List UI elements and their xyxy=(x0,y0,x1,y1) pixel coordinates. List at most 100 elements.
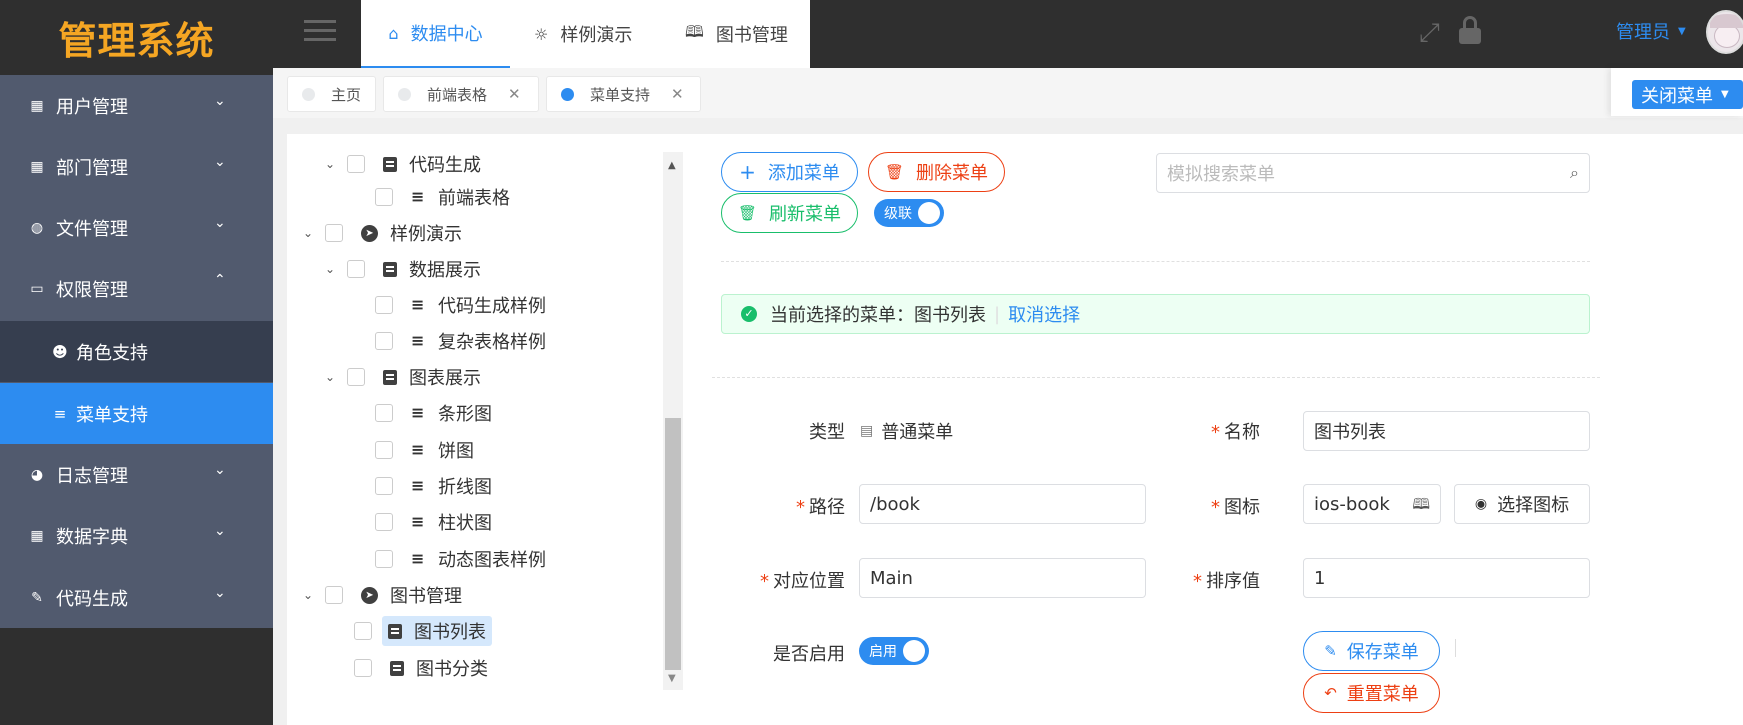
sidebar-subitem-role[interactable]: ☻ 角色支持 xyxy=(0,321,273,382)
input-value: 图书列表 xyxy=(1314,422,1386,443)
search-input[interactable]: 模拟搜索菜单 ⌕ xyxy=(1156,153,1590,193)
sidebar-item-department[interactable]: ▦ 部门管理 ⌄ xyxy=(0,136,273,197)
refresh-menu-button[interactable]: 🗑 刷新菜单 xyxy=(721,193,858,233)
cascade-switch[interactable]: 级联 xyxy=(874,199,944,227)
icon-input[interactable]: ios-book 🕮 xyxy=(1303,484,1441,524)
name-input[interactable]: 图书列表 xyxy=(1303,411,1590,451)
list-icon: ▤ xyxy=(860,423,874,439)
tag-menu-support[interactable]: 菜单支持 ✕ xyxy=(546,76,701,112)
tree-scrollbar[interactable]: ▲ ▼ xyxy=(663,152,683,690)
reset-menu-button[interactable]: ↶ 重置菜单 xyxy=(1303,673,1440,713)
tree-node[interactable]: ≡ 复杂表格样例 xyxy=(375,327,546,355)
close-menu-button[interactable]: 关闭菜单 ▼ xyxy=(1632,80,1743,109)
path-input[interactable]: /book xyxy=(859,484,1146,524)
tree-label[interactable]: 数据展示 xyxy=(409,256,481,282)
close-icon[interactable]: ✕ xyxy=(508,85,521,103)
tree-node[interactable]: 图书分类 xyxy=(354,654,488,682)
sidebar-subitem-menu[interactable]: ≡ 菜单支持 xyxy=(0,383,273,444)
tree-checkbox[interactable] xyxy=(375,477,393,495)
sidebar-item-file[interactable]: ◍ 文件管理 ⌄ xyxy=(0,197,273,258)
tree-node[interactable]: ≡ 饼图 xyxy=(375,436,474,464)
tree-checkbox[interactable] xyxy=(375,188,393,206)
component-input[interactable]: Main xyxy=(859,558,1146,598)
tree-node[interactable]: ≡ 柱状图 xyxy=(375,508,492,536)
tree-label[interactable]: 动态图表样例 xyxy=(438,546,546,572)
sidebar-item-user[interactable]: ▦ 用户管理 ⌄ xyxy=(0,75,273,136)
scroll-down-icon[interactable]: ▼ xyxy=(668,673,676,684)
tree-checkbox[interactable] xyxy=(375,441,393,459)
tree-checkbox[interactable] xyxy=(325,224,343,242)
tree-checkbox[interactable] xyxy=(354,622,372,640)
tree-node[interactable]: ≡ 代码生成样例 xyxy=(375,291,546,319)
tag-frontend-table[interactable]: 前端表格 ✕ xyxy=(383,76,539,112)
tree-label[interactable]: 图书分类 xyxy=(416,655,488,681)
tree-checkbox[interactable] xyxy=(354,659,372,677)
tree-checkbox[interactable] xyxy=(375,550,393,568)
tree-label[interactable]: 折线图 xyxy=(438,473,492,499)
hamburger-icon[interactable] xyxy=(304,20,336,46)
tag-home[interactable]: 主页 xyxy=(287,76,376,112)
chevron-down-icon[interactable]: ⌄ xyxy=(325,157,335,171)
tree-node-selected[interactable]: 图书列表 xyxy=(354,616,492,646)
lock-icon[interactable] xyxy=(1459,16,1481,44)
sidebar-subitem-label: 菜单支持 xyxy=(76,404,148,426)
tree-node[interactable]: ⌄ 数据展示 xyxy=(325,255,481,283)
tree-node[interactable]: ≡ 前端表格 xyxy=(375,183,510,211)
tree-checkbox[interactable] xyxy=(375,513,393,531)
tree-label[interactable]: 条形图 xyxy=(438,400,492,426)
sidebar-item-codegen[interactable]: ✎ 代码生成 ⌄ xyxy=(0,567,273,628)
tree-label[interactable]: 柱状图 xyxy=(438,509,492,535)
chevron-down-icon[interactable]: ⌄ xyxy=(303,226,313,240)
avatar[interactable] xyxy=(1706,10,1743,54)
tree-label[interactable]: 图书管理 xyxy=(390,582,462,608)
close-icon[interactable]: ✕ xyxy=(671,85,684,103)
sidebar-item-dictionary[interactable]: ▦ 数据字典 ⌄ xyxy=(0,505,273,566)
tree-checkbox[interactable] xyxy=(375,404,393,422)
sidebar-item-permission[interactable]: ▭ 权限管理 ⌃ xyxy=(0,258,273,319)
tab-data-center[interactable]: ⌂ 数据中心 xyxy=(361,0,510,68)
tree-node[interactable]: ≡ 动态图表样例 xyxy=(375,545,546,573)
tree-checkbox[interactable] xyxy=(375,332,393,350)
sidebar-item-log[interactable]: ◕ 日志管理 ⌄ xyxy=(0,444,273,505)
tree-node[interactable]: ≡ 折线图 xyxy=(375,472,492,500)
tree-checkbox[interactable] xyxy=(325,586,343,604)
tree-checkbox[interactable] xyxy=(347,368,365,386)
chevron-down-icon[interactable]: ⌄ xyxy=(303,588,313,602)
chart-icon: ▦ xyxy=(30,97,44,114)
tree-label[interactable]: 复杂表格样例 xyxy=(438,328,546,354)
fullscreen-icon[interactable]: ⤢ xyxy=(1419,18,1440,49)
tree-node[interactable]: ≡ 条形图 xyxy=(375,399,492,427)
chevron-down-icon[interactable]: ⌄ xyxy=(325,370,335,384)
tree-label[interactable]: 代码生成 xyxy=(409,151,481,177)
enable-label: 是否启用 xyxy=(700,640,845,666)
tree-node[interactable]: ⌄ ➤ 图书管理 xyxy=(303,581,462,609)
select-icon-button[interactable]: ◉ 选择图标 xyxy=(1454,484,1590,524)
scroll-up-icon[interactable]: ▲ xyxy=(668,160,676,171)
tree-label[interactable]: 样例演示 xyxy=(390,220,462,246)
tree-node[interactable]: ⌄ ➤ 样例演示 xyxy=(303,219,462,247)
tree-node[interactable]: ⌄ 图表展示 xyxy=(325,363,481,391)
tree-label[interactable]: 饼图 xyxy=(438,437,474,463)
tree-checkbox[interactable] xyxy=(347,260,365,278)
tree-label[interactable]: 代码生成样例 xyxy=(438,292,546,318)
tree-label[interactable]: 图书列表 xyxy=(414,618,486,644)
enable-switch[interactable]: 启用 xyxy=(859,637,929,665)
tree-checkbox[interactable] xyxy=(375,296,393,314)
cancel-selection-link[interactable]: 取消选择 xyxy=(1008,301,1080,327)
monitor-icon: ▭ xyxy=(30,280,44,297)
delete-menu-button[interactable]: 🗑 删除菜单 xyxy=(868,152,1005,192)
chevron-down-icon[interactable]: ⌄ xyxy=(325,262,335,276)
user-dropdown[interactable]: 管理员 ▼ xyxy=(1616,18,1686,44)
tree-label[interactable]: 图表展示 xyxy=(409,364,481,390)
tab-books[interactable]: 🕮 图书管理 xyxy=(685,0,788,68)
tree-checkbox[interactable] xyxy=(347,155,365,173)
tree-label[interactable]: 前端表格 xyxy=(438,184,510,210)
chevron-up-icon: ⌃ xyxy=(214,272,226,288)
tree-node[interactable]: ⌄ 代码生成 xyxy=(325,150,481,178)
add-menu-button[interactable]: + 添加菜单 xyxy=(721,152,858,192)
search-icon[interactable]: ⌕ xyxy=(1570,163,1579,183)
tab-examples[interactable]: ☼ 样例演示 xyxy=(534,0,632,68)
sort-input[interactable]: 1 xyxy=(1303,558,1590,598)
scrollbar-thumb[interactable] xyxy=(665,418,681,670)
save-menu-button[interactable]: ✎ 保存菜单 xyxy=(1303,631,1440,671)
